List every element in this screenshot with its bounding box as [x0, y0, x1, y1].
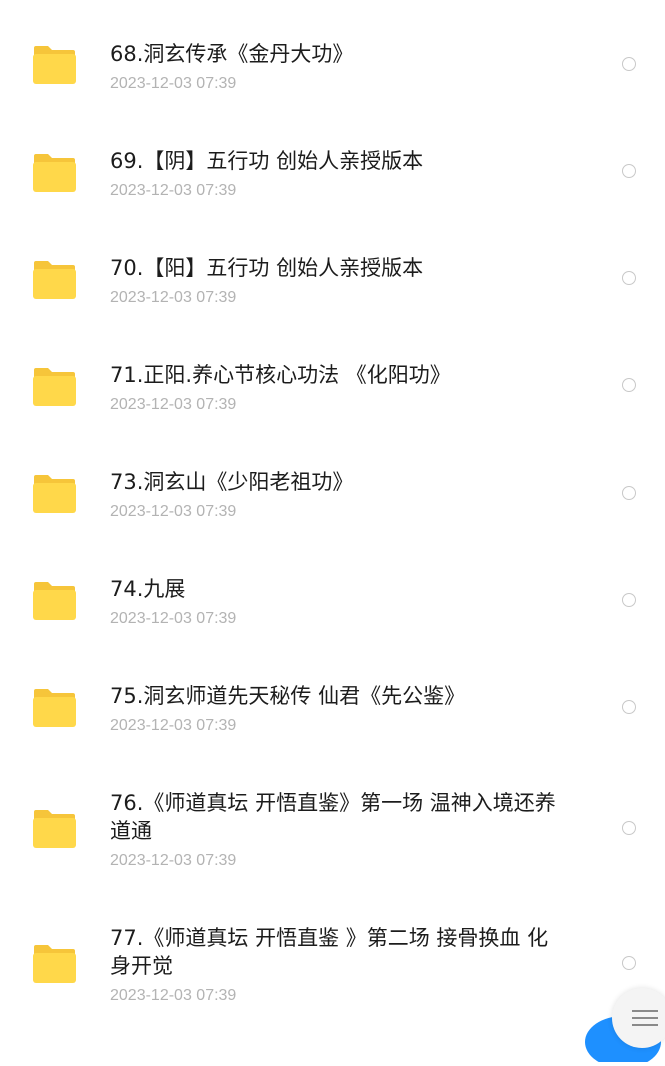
- select-radio[interactable]: [622, 593, 636, 607]
- folder-icon: [31, 260, 78, 300]
- select-radio[interactable]: [622, 700, 636, 714]
- file-date: 2023-12-03 07:39: [110, 396, 237, 413]
- file-name: 75.洞玄师道先天秘传 仙君《先公鉴》: [110, 684, 466, 708]
- file-name: 73.洞玄山《少阳老祖功》: [110, 470, 354, 494]
- folder-icon: [31, 153, 78, 193]
- file-name: 77.《师道真坛 开悟直鉴 》第二场 接骨换血 化身开觉: [110, 926, 549, 978]
- file-date: 2023-12-03 07:39: [110, 182, 237, 199]
- file-date: 2023-12-03 07:39: [110, 610, 237, 627]
- select-radio[interactable]: [622, 378, 636, 392]
- hamburger-menu-icon: [632, 1010, 658, 1012]
- file-name: 68.洞玄传承《金丹大功》: [110, 42, 354, 66]
- menu-button[interactable]: [612, 988, 665, 1048]
- file-name: 69.【阴】五行功 创始人亲授版本: [110, 149, 424, 173]
- file-date: 2023-12-03 07:39: [110, 987, 237, 1004]
- file-name: 71.正阳.养心节核心功法 《化阳功》: [110, 363, 451, 387]
- file-name: 70.【阳】五行功 创始人亲授版本: [110, 256, 424, 280]
- file-date: 2023-12-03 07:39: [110, 503, 237, 520]
- file-date: 2023-12-03 07:39: [110, 717, 237, 734]
- select-radio[interactable]: [622, 486, 636, 500]
- folder-icon: [31, 944, 78, 984]
- hamburger-menu-icon: [632, 1024, 658, 1026]
- folder-icon: [31, 581, 78, 621]
- select-radio[interactable]: [622, 821, 636, 835]
- select-radio[interactable]: [622, 164, 636, 178]
- file-date: 2023-12-03 07:39: [110, 75, 237, 92]
- folder-icon: [31, 809, 78, 849]
- select-radio[interactable]: [622, 57, 636, 71]
- select-radio[interactable]: [622, 271, 636, 285]
- folder-icon: [31, 474, 78, 514]
- file-list: 68.洞玄传承《金丹大功》 2023-12-03 07:39 69.【阴】五行功…: [0, 0, 665, 1024]
- file-date: 2023-12-03 07:39: [110, 852, 237, 869]
- file-name: 74.九展: [110, 577, 186, 601]
- select-radio[interactable]: [622, 956, 636, 970]
- file-name: 76.《师道真坛 开悟直鉴》第一场 温神入境还养道通: [110, 791, 556, 843]
- folder-icon: [31, 688, 78, 728]
- hamburger-menu-icon: [632, 1017, 658, 1019]
- folder-icon: [31, 367, 78, 407]
- file-date: 2023-12-03 07:39: [110, 289, 237, 306]
- folder-icon: [31, 45, 78, 85]
